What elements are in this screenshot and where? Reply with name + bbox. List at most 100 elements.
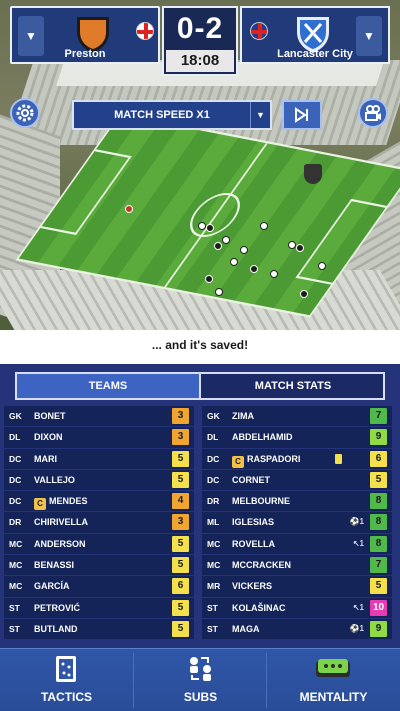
nav-mentality-button[interactable]: MENTALITY (267, 649, 400, 711)
nav-tactics-label: TACTICS (40, 690, 93, 704)
player-marker (318, 262, 326, 270)
skip-forward-button[interactable] (282, 100, 322, 130)
player-marker (198, 222, 206, 230)
player-marker (215, 288, 223, 296)
player-rating: 9 (370, 429, 387, 446)
player-name: IGLESIAS (232, 517, 275, 528)
player-position: MR (207, 581, 221, 592)
england-flag-icon (136, 22, 154, 40)
player-name: ROVELLA (232, 538, 276, 549)
player-rating: 5 (172, 471, 189, 488)
captain-badge: C (232, 455, 244, 468)
substitution-icon (190, 657, 211, 681)
player-row[interactable]: DL ABDELHAMID 9 (202, 427, 392, 449)
team-badge-marker (304, 164, 322, 184)
player-position: GK (207, 411, 220, 421)
player-row[interactable]: MR VICKERS 5 (202, 576, 392, 598)
player-row[interactable]: ST PETROVIĆ 5 (4, 597, 194, 619)
player-row[interactable]: DL DIXON 3 (4, 427, 194, 449)
match-commentary: ... and it's saved! (0, 330, 400, 364)
home-lineup: GK BONET 3 DL DIXON 3 DC MARI 5 DC VALLEJO 5 DC C… (4, 406, 194, 641)
player-row[interactable]: GK ZIMA 7 (202, 406, 392, 428)
player-marker (288, 241, 296, 249)
player-rating: 10 (370, 599, 387, 616)
yellow-card-icon (335, 453, 342, 464)
settings-button[interactable] (10, 98, 40, 128)
player-row[interactable]: MC GARCÍA 6 (4, 576, 194, 598)
player-position: ST (9, 623, 20, 634)
player-rating: 5 (172, 620, 189, 637)
player-marker (206, 224, 214, 232)
player-marker (230, 258, 238, 266)
player-row[interactable]: MC ANDERSON 5 (4, 533, 194, 556)
player-row[interactable]: ML IGLESIAS ⚽1 8 (202, 512, 392, 534)
nav-subs-label: SUBS (183, 690, 218, 704)
player-position: MC (207, 560, 221, 571)
nav-tactics-button[interactable]: TACTICS (0, 649, 133, 711)
player-position: MC (207, 538, 221, 549)
player-rating: 5 (172, 557, 189, 574)
player-name-wrap: C RASPADORI (232, 449, 300, 469)
player-name: KOLAŠINAC (232, 602, 286, 613)
mentality-icon (316, 659, 350, 677)
player-row[interactable]: DC MARI 5 (4, 448, 194, 470)
camera-button[interactable] (358, 98, 388, 128)
assist-event-icon: ↖1 (352, 602, 364, 612)
player-row[interactable]: MC ROVELLA ↖1 8 (202, 533, 392, 556)
player-rating: 8 (370, 535, 387, 552)
player-rating: 9 (370, 620, 387, 637)
player-position: ST (9, 602, 20, 613)
player-row[interactable]: DC C RASPADORI 6 (202, 448, 392, 470)
player-rating: 5 (172, 535, 189, 552)
player-position: DC (207, 474, 220, 485)
player-rating: 5 (370, 471, 387, 488)
player-position: ML (207, 517, 220, 528)
tab-teams[interactable]: TEAMS (17, 374, 201, 398)
player-name: CHIRIVELLA (34, 517, 88, 528)
player-name: GARCÍA (34, 581, 70, 592)
player-name: ANDERSON (34, 538, 86, 549)
player-position: DC (207, 453, 220, 464)
player-row[interactable]: ST BUTLAND 5 (4, 618, 194, 641)
player-row[interactable]: ST MAGA ⚽1 9 (202, 618, 392, 641)
player-name: ABDELHAMID (232, 432, 293, 443)
gear-icon (16, 104, 34, 122)
player-row[interactable]: DR MELBOURNE 8 (202, 491, 392, 513)
match-clock: 18:08 (166, 50, 234, 72)
player-row[interactable]: DC VALLEJO 5 (4, 469, 194, 492)
player-row[interactable]: MC MCCRACKEN 7 (202, 555, 392, 577)
player-name: MENDES (49, 496, 88, 507)
nav-subs-button[interactable]: SUBS (134, 649, 267, 711)
home-team-name: Preston (64, 48, 106, 60)
player-row[interactable]: GK BONET 3 (4, 406, 194, 428)
player-row[interactable]: MC BENASSI 5 (4, 555, 194, 577)
player-position: DC (9, 496, 22, 507)
player-name: MAGA (232, 623, 260, 634)
player-name: MELBOURNE (232, 496, 290, 507)
player-name: CORNET (232, 474, 270, 485)
player-row[interactable]: ST KOLAŠINAC ↖1 10 (202, 597, 392, 619)
player-row[interactable]: DR CHIRIVELLA 3 (4, 512, 194, 534)
player-marker (260, 222, 268, 230)
player-name: VALLEJO (34, 474, 75, 485)
player-position: DL (9, 432, 21, 443)
assist-event-icon: ↖1 (352, 538, 364, 548)
tab-match-stats[interactable]: MATCH STATS (203, 374, 383, 398)
player-rating: 7 (370, 408, 387, 424)
player-row[interactable]: DC C MENDES 4 (4, 491, 194, 513)
player-rating: 5 (172, 450, 189, 467)
player-marker (222, 236, 230, 244)
match-speed-label: MATCH SPEED X1 (114, 109, 210, 121)
chevron-down-icon: ▼ (25, 29, 37, 43)
player-rating: 8 (370, 514, 387, 531)
match-speed-select[interactable]: MATCH SPEED X1 ▼ (72, 100, 272, 130)
player-name: BENASSI (34, 560, 75, 571)
player-name-wrap: C MENDES (34, 491, 88, 511)
player-rating: 6 (172, 578, 189, 595)
lineups-panel: TEAMS MATCH STATS GK BONET 3 DL DIXON 3 DC MA… (0, 364, 400, 648)
player-name: MARI (34, 453, 57, 464)
player-marker (250, 265, 258, 273)
player-row[interactable]: DC CORNET 5 (202, 469, 392, 492)
score-panel: 0-2 18:08 (162, 6, 238, 76)
panel-tabs: TEAMS MATCH STATS (15, 372, 385, 400)
